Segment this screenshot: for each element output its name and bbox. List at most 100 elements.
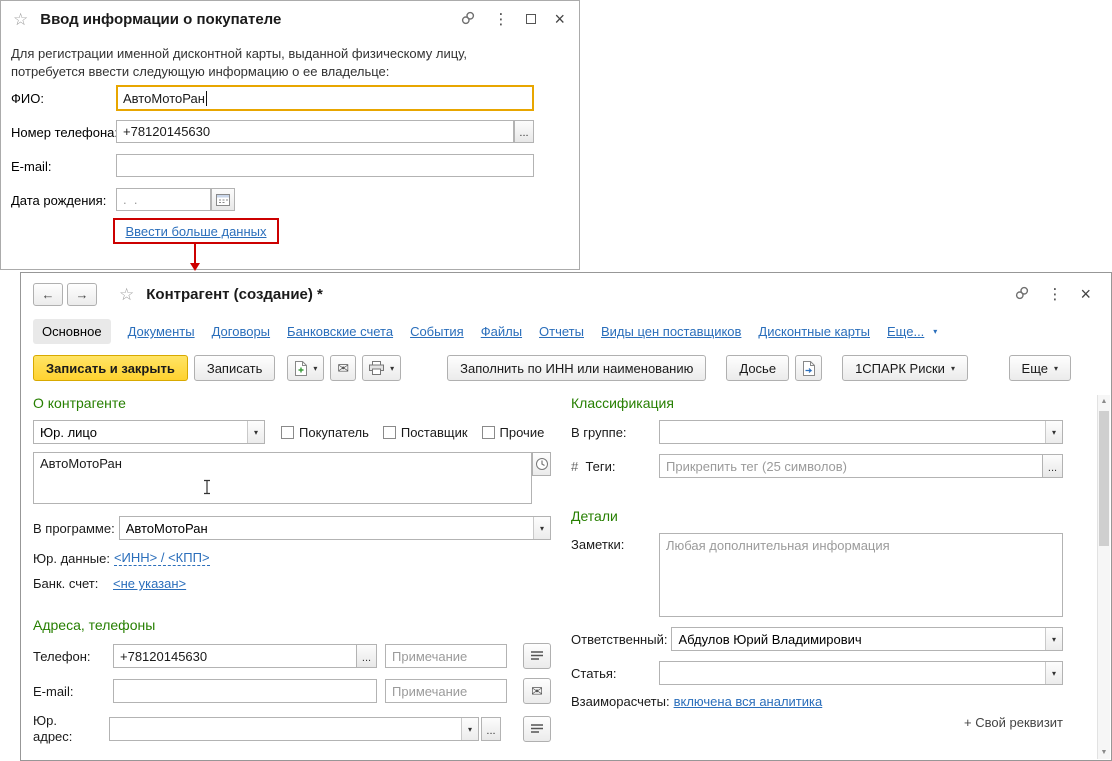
tab-dokumenty[interactable]: Документы xyxy=(128,324,195,339)
contact-kinds-button[interactable] xyxy=(523,643,551,669)
notes-label: Заметки: xyxy=(571,533,659,552)
email-label: E-mail: xyxy=(33,684,113,699)
get-link-icon[interactable] xyxy=(1015,286,1029,303)
fill-by-inn-button[interactable]: Заполнить по ИНН или наименованию xyxy=(447,355,706,381)
scrollbar-thumb[interactable] xyxy=(1099,411,1109,546)
phone-more-button[interactable]: ... xyxy=(357,644,377,668)
birthdate-input[interactable] xyxy=(116,188,211,211)
dropdown-button[interactable]: ▾ xyxy=(533,517,550,539)
inn-kpp-link[interactable]: <ИНН> / <КПП> xyxy=(114,550,210,566)
dossier-button[interactable]: Досье xyxy=(726,355,789,381)
back-button[interactable]: ← xyxy=(33,283,63,306)
dropdown-button[interactable]: ▾ xyxy=(247,421,264,443)
more-button[interactable]: Еще ▾ xyxy=(1009,355,1071,381)
menu-kebab-icon[interactable]: ⋮ xyxy=(1047,287,1062,302)
responsible-select[interactable]: ▾ xyxy=(671,627,1063,651)
envelope-icon: ✉ xyxy=(337,360,349,377)
enter-more-data-link[interactable]: Ввести больше данных xyxy=(125,224,266,239)
card-title: Контрагент (создание) * xyxy=(146,286,323,303)
close-icon[interactable]: × xyxy=(554,10,565,28)
chevron-down-icon: ▾ xyxy=(1054,364,1058,373)
tab-bank-accounts[interactable]: Банковские счета xyxy=(287,324,393,339)
dropdown-button[interactable]: ▾ xyxy=(1045,421,1062,443)
chevron-down-icon[interactable]: ▾ xyxy=(933,327,937,336)
tab-dogovory[interactable]: Договоры xyxy=(212,324,270,339)
address-kinds-button[interactable] xyxy=(523,716,551,742)
tab-sobytiya[interactable]: События xyxy=(410,324,464,339)
email-note-input[interactable] xyxy=(385,679,507,703)
tab-vidy-cen[interactable]: Виды цен поставщиков xyxy=(601,324,741,339)
save-close-button[interactable]: Записать и закрыть xyxy=(33,355,188,381)
calendar-button[interactable] xyxy=(211,188,235,211)
name-input[interactable]: АвтоМотоРан xyxy=(33,452,532,504)
article-label: Статья: xyxy=(571,666,659,681)
custom-attribute-link[interactable]: + Свой реквизит xyxy=(571,715,1063,730)
classification-column: Классификация В группе: ▾ # Теги: ... Де… xyxy=(571,395,1063,730)
chevron-down-icon: ▾ xyxy=(390,364,394,373)
edo-button[interactable] xyxy=(795,355,822,381)
address-more-button[interactable]: ... xyxy=(481,717,501,741)
bank-account-link[interactable]: <не указан> xyxy=(113,576,186,591)
send-email-button[interactable]: ✉ xyxy=(330,355,356,381)
tags-input[interactable] xyxy=(659,454,1043,478)
printer-icon xyxy=(369,361,384,375)
scroll-down-icon[interactable]: ▼ xyxy=(1098,749,1110,756)
phone-note-input[interactable] xyxy=(385,644,507,668)
scroll-up-icon[interactable]: ▲ xyxy=(1098,398,1110,405)
favorite-star-icon[interactable]: ☆ xyxy=(119,286,134,303)
vertical-scrollbar[interactable]: ▲ ▼ xyxy=(1097,395,1110,759)
dropdown-button[interactable]: ▾ xyxy=(1045,662,1062,684)
phone-input[interactable] xyxy=(113,644,357,668)
jur-address-select[interactable]: ▾ xyxy=(109,717,479,741)
tab-more[interactable]: Еще... xyxy=(887,324,924,339)
command-bar: Записать и закрыть Записать ▾ ✉ ▾ Заполн… xyxy=(33,355,1099,381)
tab-discount-cards[interactable]: Дисконтные карты xyxy=(758,324,870,339)
dropdown-button[interactable]: ▾ xyxy=(1045,628,1062,650)
mutual-analytics-link[interactable]: включена вся аналитика xyxy=(674,694,823,709)
get-link-icon[interactable] xyxy=(461,11,475,28)
checkbox-other[interactable]: Прочие xyxy=(482,425,545,440)
history-button[interactable] xyxy=(532,452,551,476)
checkbox-box xyxy=(383,426,396,439)
fio-label: ФИО: xyxy=(11,91,44,106)
write-email-button[interactable]: ✉ xyxy=(523,678,551,704)
article-value[interactable] xyxy=(660,662,1045,684)
checkbox-buyer[interactable]: Покупатель xyxy=(281,425,369,440)
more-data-highlight-box: Ввести больше данных xyxy=(113,218,279,244)
close-icon[interactable]: × xyxy=(1080,285,1091,303)
article-select[interactable]: ▾ xyxy=(659,661,1063,685)
group-select[interactable]: ▾ xyxy=(659,420,1063,444)
phone-more-button[interactable]: ... xyxy=(514,120,534,143)
fio-input[interactable]: АвтоМотоРан xyxy=(116,85,534,111)
in-program-select[interactable]: ▾ xyxy=(119,516,551,540)
notes-input[interactable] xyxy=(659,533,1063,617)
jur-address-value[interactable] xyxy=(110,718,461,740)
save-button[interactable]: Записать xyxy=(194,355,276,381)
tab-osnovnoe[interactable]: Основное xyxy=(33,319,111,344)
in-program-value[interactable] xyxy=(120,517,533,539)
favorite-star-icon[interactable]: ☆ xyxy=(13,11,28,28)
envelope-icon: ✉ xyxy=(531,683,543,700)
phone-input[interactable] xyxy=(116,120,514,143)
spark-risks-button[interactable]: 1СПАРК Риски ▾ xyxy=(842,355,968,381)
tab-otchety[interactable]: Отчеты xyxy=(539,324,584,339)
email-input[interactable] xyxy=(116,154,534,177)
jur-address-label: Юр. адрес: xyxy=(33,713,81,746)
email-input[interactable] xyxy=(113,679,377,703)
minimize-icon[interactable] xyxy=(526,14,536,24)
menu-kebab-icon[interactable]: ⋮ xyxy=(493,12,508,27)
dropdown-button[interactable]: ▾ xyxy=(461,718,478,740)
checkbox-supplier[interactable]: Поставщик xyxy=(383,425,468,440)
group-value[interactable] xyxy=(660,421,1045,443)
tags-more-button[interactable]: ... xyxy=(1043,454,1063,478)
contractor-type-select[interactable]: ▾ xyxy=(33,420,265,444)
responsible-value[interactable] xyxy=(672,628,1045,650)
tab-faily[interactable]: Файлы xyxy=(481,324,522,339)
contractor-type-value[interactable] xyxy=(34,421,247,443)
create-based-on-button[interactable]: ▾ xyxy=(287,355,324,381)
forward-button[interactable]: → xyxy=(67,283,97,306)
about-heading: О контрагенте xyxy=(33,395,551,411)
info-line-2: потребуется ввести следующую информацию … xyxy=(11,63,467,81)
email-label: E-mail: xyxy=(11,159,51,174)
print-button[interactable]: ▾ xyxy=(362,355,401,381)
